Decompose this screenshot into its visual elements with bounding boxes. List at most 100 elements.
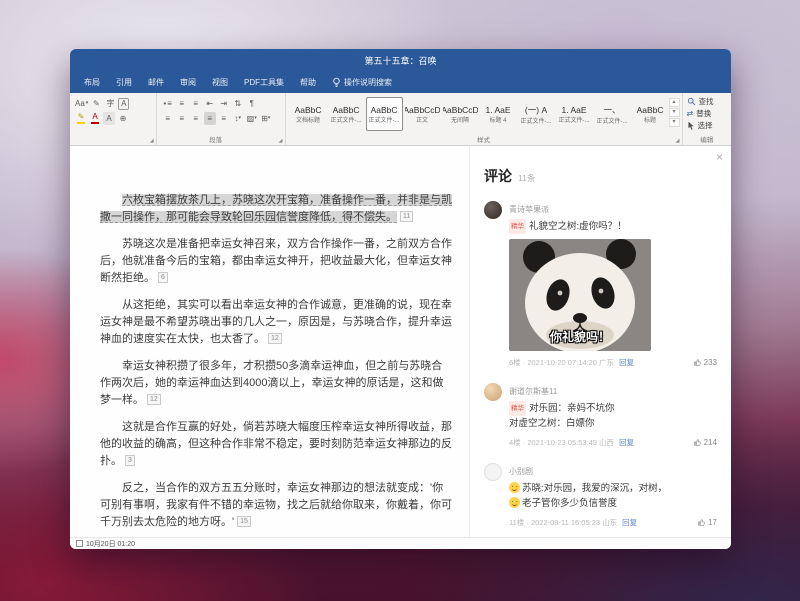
character-shading-icon[interactable]: A xyxy=(103,112,115,125)
line-spacing-icon[interactable]: ↕▾ xyxy=(232,112,244,125)
avatar[interactable] xyxy=(484,201,502,219)
title-bar[interactable]: 第五十五章：召唤 xyxy=(70,49,731,71)
gallery-more-icon[interactable]: ▾ xyxy=(669,118,680,127)
styles-gallery: AaBbC文档标题 AaBbC正式文件-... AaBbC正式文件-... Aa… xyxy=(290,97,669,134)
decrease-indent-icon[interactable]: ⇤ xyxy=(204,97,216,110)
replace-button[interactable]: ⇄ 替换 xyxy=(687,107,727,119)
phonetic-guide-icon[interactable]: 字 xyxy=(104,97,116,110)
comment-floor-time: 6楼 · 2021-10-20 07:14:20 广东 xyxy=(509,357,614,368)
content-area: 六枚宝箱摆放茶几上，苏晓这次开宝箱，准备操作一番，并非是与凯撒一同操作，那可能会… xyxy=(70,146,731,537)
sort-icon[interactable]: ⇅ xyxy=(232,97,244,110)
comment-count-badge[interactable]: 12 xyxy=(268,333,282,344)
doc-paragraph: 反之，当合作的双方五五分账时，幸运女神那边的想法就变成：'你可别有事啊，我家有件… xyxy=(100,480,453,531)
comment-text: 对虚空之树：白嫖你 xyxy=(509,416,717,431)
tab-pdf-tools[interactable]: PDF工具集 xyxy=(236,74,292,91)
style-card[interactable]: AaBbCcD无间隔 xyxy=(442,97,479,131)
calendar-icon xyxy=(76,540,83,547)
find-button[interactable]: 查找 xyxy=(687,95,727,107)
comment-count-badge[interactable]: 3 xyxy=(125,455,135,466)
borders-icon[interactable]: ⊞▾ xyxy=(260,112,272,125)
close-icon[interactable]: × xyxy=(716,150,723,164)
align-right-icon[interactable]: ≡ xyxy=(190,112,202,125)
select-button[interactable]: 选择 xyxy=(687,119,727,131)
style-card[interactable]: (一) A正式文件-... xyxy=(518,97,555,131)
tab-references[interactable]: 引用 xyxy=(108,74,140,91)
comment-meta: 11楼 · 2022-08-11 16:05:23 山东 回复 17 xyxy=(509,517,717,528)
style-card-selected[interactable]: AaBbC正式文件-... xyxy=(366,97,403,131)
shading-icon[interactable]: ▨▾ xyxy=(246,112,258,125)
styles-group: AaBbC文档标题 AaBbC正式文件-... AaBbC正式文件-... Aa… xyxy=(286,93,683,145)
avatar[interactable] xyxy=(484,463,502,481)
align-center-icon[interactable]: ≡ xyxy=(176,112,188,125)
style-card[interactable]: 1. AaE正式文件-... xyxy=(556,97,593,131)
reply-link[interactable]: 回复 xyxy=(622,517,637,528)
styles-group-label: 样式 xyxy=(286,134,682,144)
featured-badge: 精华 xyxy=(509,219,526,234)
tab-view[interactable]: 视图 xyxy=(204,74,236,91)
text-effects-icon[interactable]: ✎ xyxy=(90,97,102,110)
distribute-icon[interactable]: ≡ xyxy=(218,112,230,125)
comment-item: 谢道尔斯基11 精华对乐园：亲妈不坑你 对虚空之树：白嫖你 4楼 · 2021-… xyxy=(484,383,717,448)
gallery-scroll-up-icon[interactable]: ▴ xyxy=(669,98,680,107)
numbering-icon[interactable]: ≡ xyxy=(176,97,188,110)
replace-icon: ⇄ xyxy=(687,109,694,118)
paragraph-group: •≡ ≡ ≡ ⇤ ⇥ ⇅ ¶ ≡ ≡ ≡ ≡ ≡ ↕▾ ▨▾ ⊞▾ xyxy=(157,93,286,145)
paragraph-dialog-launcher-icon[interactable]: ◢ xyxy=(279,138,283,144)
comment-username[interactable]: 谢道尔斯基11 xyxy=(509,383,717,397)
like-count: 233 xyxy=(704,358,717,367)
reply-link[interactable]: 回复 xyxy=(619,357,634,368)
like-button[interactable]: 214 xyxy=(693,438,717,447)
reply-link[interactable]: 回复 xyxy=(619,437,634,448)
document-page[interactable]: 六枚宝箱摆放茶几上，苏晓这次开宝箱，准备操作一番，并非是与凯撒一同操作，那可能会… xyxy=(70,146,469,537)
tab-review[interactable]: 审阅 xyxy=(172,74,204,91)
text-highlight-icon[interactable]: ✎ xyxy=(75,112,87,125)
paragraph-marks-icon[interactable]: ¶ xyxy=(246,97,258,110)
character-border-icon[interactable]: A xyxy=(118,98,129,110)
font-dialog-launcher-icon[interactable]: ◢ xyxy=(150,138,154,144)
smirk-emoji-icon xyxy=(509,497,520,508)
gallery-scroll-down-icon[interactable]: ▾ xyxy=(669,108,680,117)
editing-group: 查找 ⇄ 替换 选择 编辑 xyxy=(683,93,731,145)
tell-me-search[interactable]: 操作说明搜索 xyxy=(324,74,400,91)
style-card[interactable]: AaBbC标题 xyxy=(632,97,669,131)
doc-paragraph: 苏晓这次是准备把幸运女神召来，双方合作操作一番，之前双方合作后，他就准备今后的宝… xyxy=(100,236,453,287)
comment-username[interactable]: 小别剧 xyxy=(509,463,717,477)
comment-meta: 6楼 · 2021-10-20 07:14:20 广东 回复 233 xyxy=(509,357,717,368)
comment-image[interactable]: 你礼貌吗！ xyxy=(509,239,651,351)
avatar[interactable] xyxy=(484,383,502,401)
tab-layout[interactable]: 布局 xyxy=(76,74,108,91)
like-button[interactable]: 233 xyxy=(693,358,717,367)
styles-gallery-scroll: ▴ ▾ ▾ xyxy=(669,96,680,134)
comment-text: 老子管你多少负信誉度 xyxy=(509,496,717,511)
comment-count-badge[interactable]: 12 xyxy=(147,394,161,405)
comment-username[interactable]: 青诗苹果派 xyxy=(509,201,717,215)
image-caption: 你礼貌吗！ xyxy=(509,328,651,345)
increase-indent-icon[interactable]: ⇥ xyxy=(218,97,230,110)
justify-icon[interactable]: ≡ xyxy=(204,112,216,125)
style-card[interactable]: AaBbC文档标题 xyxy=(290,97,327,131)
comment-count-badge[interactable]: 11 xyxy=(400,211,413,222)
comments-header: 评论 11条 xyxy=(484,166,717,186)
enclose-characters-icon[interactable]: ⊕ xyxy=(117,112,129,125)
change-case-icon[interactable]: Aa▾ xyxy=(75,97,88,110)
styles-dialog-launcher-icon[interactable]: ◢ xyxy=(676,138,680,144)
comment-count-badge[interactable]: 6 xyxy=(158,272,168,283)
ribbon-tab-strip: 布局 引用 邮件 审阅 视图 PDF工具集 帮助 操作说明搜索 xyxy=(70,71,731,93)
comments-panel: × 评论 11条 青诗苹果派 精华礼貌空之树:虚你吗？！ xyxy=(469,146,731,537)
comments-count: 11条 xyxy=(518,172,535,184)
multilevel-list-icon[interactable]: ≡ xyxy=(190,97,202,110)
comment-item: 青诗苹果派 精华礼貌空之树:虚你吗？！ xyxy=(484,201,717,368)
font-color-icon[interactable]: A xyxy=(89,112,101,125)
tab-help[interactable]: 帮助 xyxy=(292,74,324,91)
style-card[interactable]: AaBbCcD正文 xyxy=(404,97,441,131)
like-button[interactable]: 17 xyxy=(697,518,717,527)
style-card[interactable]: 一、正式文件-... xyxy=(594,97,631,131)
style-card[interactable]: 1. AaE标题 4 xyxy=(480,97,517,131)
style-card[interactable]: AaBbC正式文件-... xyxy=(328,97,365,131)
bullets-icon[interactable]: •≡ xyxy=(162,97,174,110)
tab-mailings[interactable]: 邮件 xyxy=(140,74,172,91)
align-left-icon[interactable]: ≡ xyxy=(162,112,174,125)
comment-count-badge[interactable]: 15 xyxy=(237,516,251,527)
comment-text: 苏晓:对乐园，我爱的深沉，对树， xyxy=(509,481,717,496)
doc-paragraph: 从这拒绝，其实可以看出幸运女神的合作诚意，更准确的说，现在幸运女神是最不希望苏晓… xyxy=(100,297,453,348)
